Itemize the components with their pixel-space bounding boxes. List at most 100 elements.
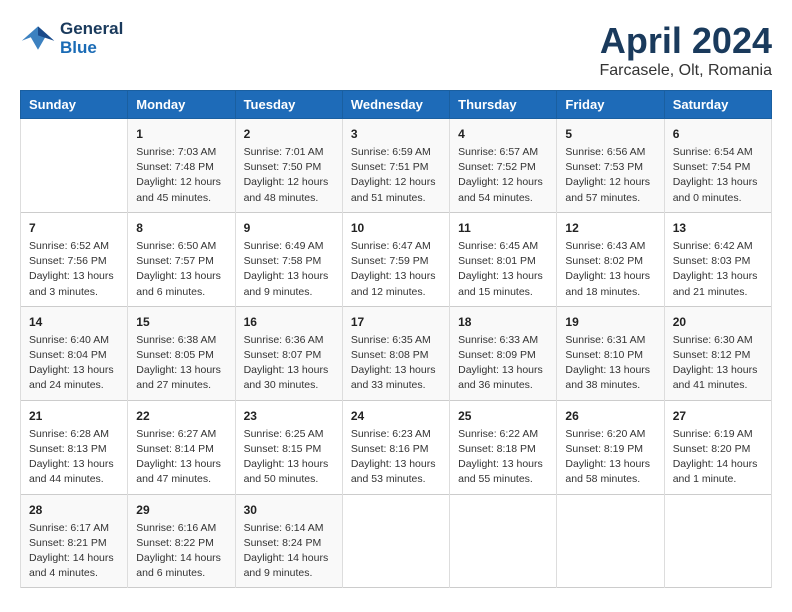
- day-info: Sunrise: 6:54 AMSunset: 7:54 PMDaylight:…: [673, 145, 763, 206]
- day-number: 5: [565, 125, 655, 143]
- day-cell: 7 Sunrise: 6:52 AMSunset: 7:56 PMDaylight…: [21, 212, 128, 306]
- day-number: 8: [136, 219, 226, 237]
- day-number: 15: [136, 313, 226, 331]
- day-info: Sunrise: 7:01 AMSunset: 7:50 PMDaylight:…: [244, 145, 334, 206]
- day-cell: 9 Sunrise: 6:49 AMSunset: 7:58 PMDaylight…: [235, 212, 342, 306]
- day-cell: 1 Sunrise: 7:03 AMSunset: 7:48 PMDaylight…: [128, 119, 235, 213]
- day-info: Sunrise: 7:03 AMSunset: 7:48 PMDaylight:…: [136, 145, 226, 206]
- header-cell-monday: Monday: [128, 91, 235, 119]
- week-row-5: 28 Sunrise: 6:17 AMSunset: 8:21 PMDayligh…: [21, 494, 772, 588]
- day-cell: 30 Sunrise: 6:14 AMSunset: 8:24 PMDayligh…: [235, 494, 342, 588]
- day-info: Sunrise: 6:45 AMSunset: 8:01 PMDaylight:…: [458, 239, 548, 300]
- day-number: 24: [351, 407, 441, 425]
- location-title: Farcasele, Olt, Romania: [599, 62, 772, 80]
- day-info: Sunrise: 6:16 AMSunset: 8:22 PMDaylight:…: [136, 521, 226, 582]
- day-number: 17: [351, 313, 441, 331]
- day-cell: 20 Sunrise: 6:30 AMSunset: 8:12 PMDayligh…: [664, 306, 771, 400]
- day-number: 26: [565, 407, 655, 425]
- day-number: 25: [458, 407, 548, 425]
- day-number: 4: [458, 125, 548, 143]
- day-cell: 14 Sunrise: 6:40 AMSunset: 8:04 PMDayligh…: [21, 306, 128, 400]
- day-cell: 29 Sunrise: 6:16 AMSunset: 8:22 PMDayligh…: [128, 494, 235, 588]
- header-row: SundayMondayTuesdayWednesdayThursdayFrid…: [21, 91, 772, 119]
- day-number: 29: [136, 501, 226, 519]
- day-cell: 12Sunrise: 6:43 AMSunset: 8:02 PMDayligh…: [557, 212, 664, 306]
- header-cell-thursday: Thursday: [450, 91, 557, 119]
- day-info: Sunrise: 6:40 AMSunset: 8:04 PMDaylight:…: [29, 333, 119, 394]
- calendar-table: SundayMondayTuesdayWednesdayThursdayFrid…: [20, 90, 772, 588]
- header-cell-tuesday: Tuesday: [235, 91, 342, 119]
- day-cell: [664, 494, 771, 588]
- day-number: 30: [244, 501, 334, 519]
- day-info: Sunrise: 6:56 AMSunset: 7:53 PMDaylight:…: [565, 145, 655, 206]
- day-number: 19: [565, 313, 655, 331]
- day-number: 6: [673, 125, 763, 143]
- calendar-body: 1 Sunrise: 7:03 AMSunset: 7:48 PMDaylight…: [21, 119, 772, 588]
- day-info: Sunrise: 6:30 AMSunset: 8:12 PMDaylight:…: [673, 333, 763, 394]
- day-cell: 24 Sunrise: 6:23 AMSunset: 8:16 PMDayligh…: [342, 400, 449, 494]
- day-number: 28: [29, 501, 119, 519]
- day-cell: 11 Sunrise: 6:45 AMSunset: 8:01 PMDayligh…: [450, 212, 557, 306]
- page-header: General Blue April 2024 Farcasele, Olt, …: [20, 20, 772, 80]
- day-cell: [21, 119, 128, 213]
- day-info: Sunrise: 6:59 AMSunset: 7:51 PMDaylight:…: [351, 145, 441, 206]
- week-row-2: 7 Sunrise: 6:52 AMSunset: 7:56 PMDaylight…: [21, 212, 772, 306]
- day-cell: 28 Sunrise: 6:17 AMSunset: 8:21 PMDayligh…: [21, 494, 128, 588]
- day-info: Sunrise: 6:14 AMSunset: 8:24 PMDaylight:…: [244, 521, 334, 582]
- day-cell: 21 Sunrise: 6:28 AMSunset: 8:13 PMDayligh…: [21, 400, 128, 494]
- day-cell: 26 Sunrise: 6:20 AMSunset: 8:19 PMDayligh…: [557, 400, 664, 494]
- day-cell: 23 Sunrise: 6:25 AMSunset: 8:15 PMDayligh…: [235, 400, 342, 494]
- day-number: 3: [351, 125, 441, 143]
- day-number: 12: [565, 219, 655, 237]
- header-cell-sunday: Sunday: [21, 91, 128, 119]
- header-cell-saturday: Saturday: [664, 91, 771, 119]
- day-info: Sunrise: 6:38 AMSunset: 8:05 PMDaylight:…: [136, 333, 226, 394]
- day-number: 21: [29, 407, 119, 425]
- day-cell: 19Sunrise: 6:31 AMSunset: 8:10 PMDayligh…: [557, 306, 664, 400]
- day-info: Sunrise: 6:42 AMSunset: 8:03 PMDaylight:…: [673, 239, 763, 300]
- day-cell: 3 Sunrise: 6:59 AMSunset: 7:51 PMDaylight…: [342, 119, 449, 213]
- week-row-1: 1 Sunrise: 7:03 AMSunset: 7:48 PMDaylight…: [21, 119, 772, 213]
- calendar-header: SundayMondayTuesdayWednesdayThursdayFrid…: [21, 91, 772, 119]
- day-number: 11: [458, 219, 548, 237]
- day-number: 7: [29, 219, 119, 237]
- day-cell: 6 Sunrise: 6:54 AMSunset: 7:54 PMDaylight…: [664, 119, 771, 213]
- day-number: 20: [673, 313, 763, 331]
- logo: General Blue: [20, 20, 123, 57]
- day-number: 9: [244, 219, 334, 237]
- logo-icon: [20, 24, 56, 54]
- week-row-3: 14 Sunrise: 6:40 AMSunset: 8:04 PMDayligh…: [21, 306, 772, 400]
- day-info: Sunrise: 6:17 AMSunset: 8:21 PMDaylight:…: [29, 521, 119, 582]
- day-cell: 10Sunrise: 6:47 AMSunset: 7:59 PMDayligh…: [342, 212, 449, 306]
- day-info: Sunrise: 6:19 AMSunset: 8:20 PMDaylight:…: [673, 427, 763, 488]
- logo-text: General Blue: [60, 20, 123, 57]
- day-cell: 8 Sunrise: 6:50 AMSunset: 7:57 PMDaylight…: [128, 212, 235, 306]
- day-cell: [450, 494, 557, 588]
- day-info: Sunrise: 6:49 AMSunset: 7:58 PMDaylight:…: [244, 239, 334, 300]
- day-number: 23: [244, 407, 334, 425]
- day-info: Sunrise: 6:52 AMSunset: 7:56 PMDaylight:…: [29, 239, 119, 300]
- day-info: Sunrise: 6:50 AMSunset: 7:57 PMDaylight:…: [136, 239, 226, 300]
- day-cell: 22 Sunrise: 6:27 AMSunset: 8:14 PMDayligh…: [128, 400, 235, 494]
- day-cell: 2 Sunrise: 7:01 AMSunset: 7:50 PMDaylight…: [235, 119, 342, 213]
- header-cell-friday: Friday: [557, 91, 664, 119]
- day-info: Sunrise: 6:57 AMSunset: 7:52 PMDaylight:…: [458, 145, 548, 206]
- day-number: 2: [244, 125, 334, 143]
- day-cell: 25 Sunrise: 6:22 AMSunset: 8:18 PMDayligh…: [450, 400, 557, 494]
- day-cell: 16Sunrise: 6:36 AMSunset: 8:07 PMDayligh…: [235, 306, 342, 400]
- day-info: Sunrise: 6:20 AMSunset: 8:19 PMDaylight:…: [565, 427, 655, 488]
- day-info: Sunrise: 6:27 AMSunset: 8:14 PMDaylight:…: [136, 427, 226, 488]
- day-number: 1: [136, 125, 226, 143]
- day-number: 22: [136, 407, 226, 425]
- day-number: 18: [458, 313, 548, 331]
- day-info: Sunrise: 6:22 AMSunset: 8:18 PMDaylight:…: [458, 427, 548, 488]
- day-cell: 27Sunrise: 6:19 AMSunset: 8:20 PMDayligh…: [664, 400, 771, 494]
- header-cell-wednesday: Wednesday: [342, 91, 449, 119]
- day-number: 14: [29, 313, 119, 331]
- day-info: Sunrise: 6:23 AMSunset: 8:16 PMDaylight:…: [351, 427, 441, 488]
- day-info: Sunrise: 6:25 AMSunset: 8:15 PMDaylight:…: [244, 427, 334, 488]
- day-info: Sunrise: 6:28 AMSunset: 8:13 PMDaylight:…: [29, 427, 119, 488]
- day-cell: 4 Sunrise: 6:57 AMSunset: 7:52 PMDaylight…: [450, 119, 557, 213]
- week-row-4: 21 Sunrise: 6:28 AMSunset: 8:13 PMDayligh…: [21, 400, 772, 494]
- day-info: Sunrise: 6:35 AMSunset: 8:08 PMDaylight:…: [351, 333, 441, 394]
